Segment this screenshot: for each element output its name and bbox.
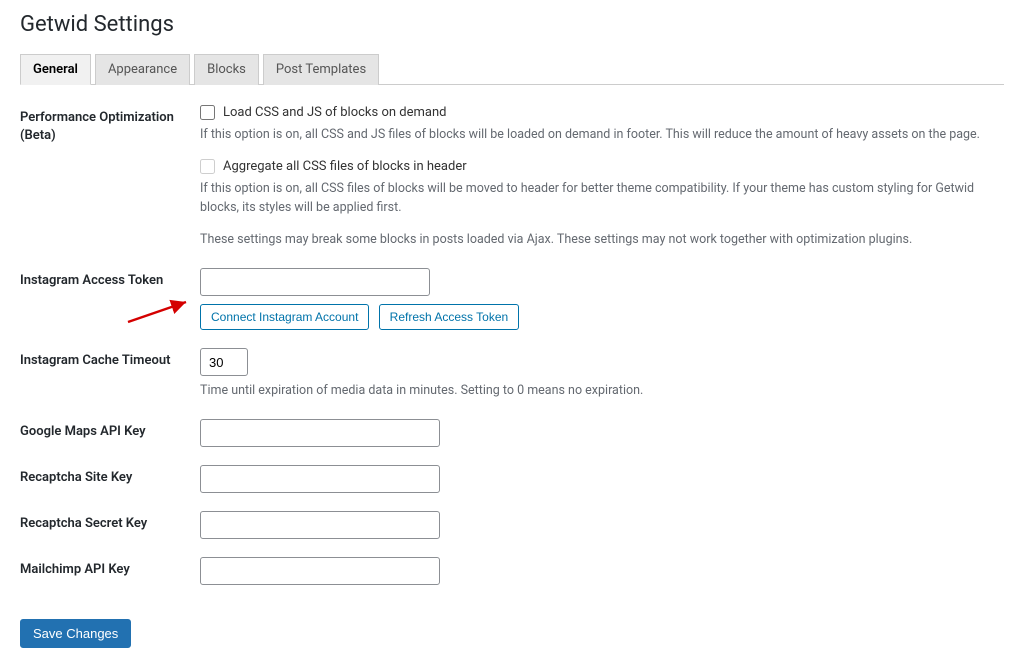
mailchimp-api-key-input[interactable] [200,557,440,585]
aggregate-css-desc: If this option is on, all CSS files of b… [200,180,1004,218]
tab-post-templates[interactable]: Post Templates [263,54,379,85]
instagram-token-input[interactable] [200,268,430,296]
instagram-token-label: Instagram Access Token [20,268,200,290]
instagram-cache-desc: Time until expiration of media data in m… [200,382,1004,401]
perf-opt-label: Performance Optimization (Beta) [20,105,200,145]
tab-appearance[interactable]: Appearance [95,54,190,85]
save-changes-button[interactable]: Save Changes [20,619,131,648]
recaptcha-site-label: Recaptcha Site Key [20,465,200,487]
instagram-cache-label: Instagram Cache Timeout [20,348,200,370]
tabs: General Appearance Blocks Post Templates [20,53,1004,85]
load-on-demand-desc: If this option is on, all CSS and JS fil… [200,126,1004,145]
refresh-token-button[interactable]: Refresh Access Token [379,304,520,330]
recaptcha-secret-key-input[interactable] [200,511,440,539]
perf-note: These settings may break some blocks in … [200,231,1004,250]
load-on-demand-label: Load CSS and JS of blocks on demand [223,105,446,120]
load-on-demand-checkbox[interactable] [200,105,215,120]
arrow-icon [126,296,196,326]
page-title: Getwid Settings [20,12,1004,37]
tab-blocks[interactable]: Blocks [194,54,259,85]
tab-general[interactable]: General [20,54,91,85]
aggregate-css-checkbox[interactable] [200,159,215,174]
aggregate-css-label: Aggregate all CSS files of blocks in hea… [223,159,467,174]
gmaps-label: Google Maps API Key [20,419,200,441]
recaptcha-secret-label: Recaptcha Secret Key [20,511,200,533]
instagram-cache-input[interactable] [200,348,248,376]
connect-instagram-button[interactable]: Connect Instagram Account [200,304,369,330]
recaptcha-site-key-input[interactable] [200,465,440,493]
gmaps-api-key-input[interactable] [200,419,440,447]
mailchimp-label: Mailchimp API Key [20,557,200,579]
